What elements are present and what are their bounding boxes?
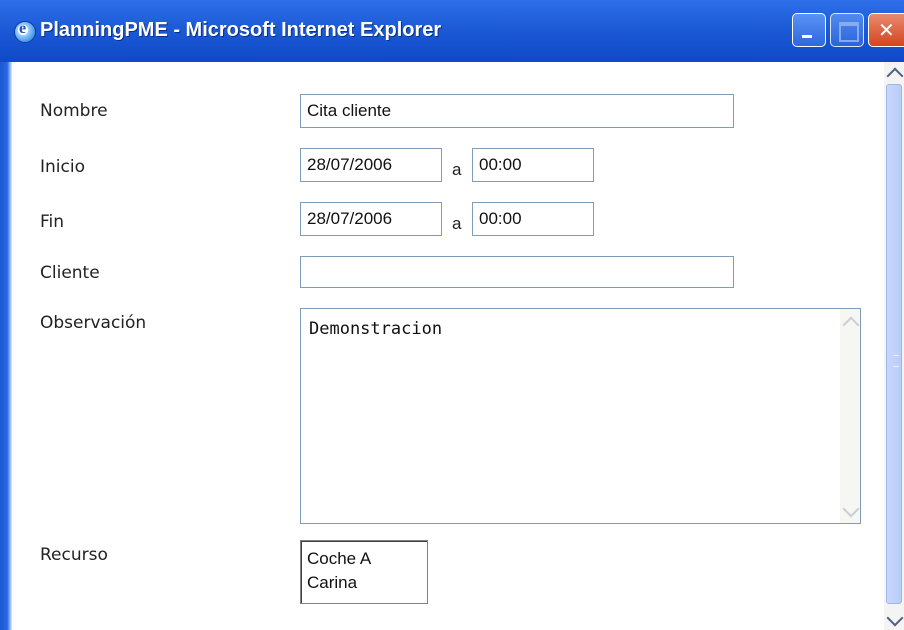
chevron-up-icon: [886, 67, 904, 85]
cliente-input[interactable]: [300, 256, 734, 288]
textarea-scrollbar[interactable]: [840, 309, 860, 523]
minimize-button[interactable]: [792, 13, 826, 47]
recurso-label: Recurso: [40, 545, 108, 565]
observacion-label: Observación: [40, 313, 147, 333]
nombre-label: Nombre: [40, 101, 108, 121]
inicio-label: Inicio: [40, 157, 85, 177]
chevron-down-icon[interactable]: [842, 500, 860, 518]
list-item[interactable]: Carina: [307, 573, 357, 593]
maximize-button[interactable]: [830, 13, 864, 47]
observacion-textarea[interactable]: Demonstracion: [300, 308, 861, 524]
grip-icon: [893, 355, 899, 367]
scroll-down-button[interactable]: [884, 609, 904, 630]
inicio-separator: a: [452, 160, 462, 179]
scroll-up-button[interactable]: [884, 62, 904, 85]
ie-icon: [14, 20, 36, 43]
chevron-down-icon: [886, 609, 904, 627]
fin-time-input[interactable]: 00:00: [472, 202, 594, 236]
fin-label: Fin: [40, 212, 65, 232]
recurso-listbox[interactable]: Coche A Carina: [300, 540, 428, 604]
nombre-input[interactable]: Cita cliente: [300, 94, 734, 128]
list-item[interactable]: Coche A: [307, 549, 371, 569]
title-bar[interactable]: PlanningPME - Microsoft Internet Explore…: [0, 0, 904, 62]
fin-separator: a: [452, 214, 462, 233]
window-border: [0, 62, 12, 630]
page-scrollbar[interactable]: [884, 62, 904, 630]
inicio-time-input[interactable]: 00:00: [472, 148, 594, 182]
observacion-text: Demonstracion: [309, 319, 443, 339]
browser-window: PlanningPME - Microsoft Internet Explore…: [0, 0, 904, 630]
chevron-up-icon[interactable]: [842, 316, 860, 334]
fin-date-input[interactable]: 28/07/2006: [300, 202, 442, 236]
cliente-label: Cliente: [40, 263, 100, 283]
close-button[interactable]: [868, 13, 904, 47]
window-title: PlanningPME - Microsoft Internet Explore…: [40, 19, 442, 41]
inicio-date-input[interactable]: 28/07/2006: [300, 148, 442, 182]
scroll-thumb[interactable]: [886, 84, 902, 604]
